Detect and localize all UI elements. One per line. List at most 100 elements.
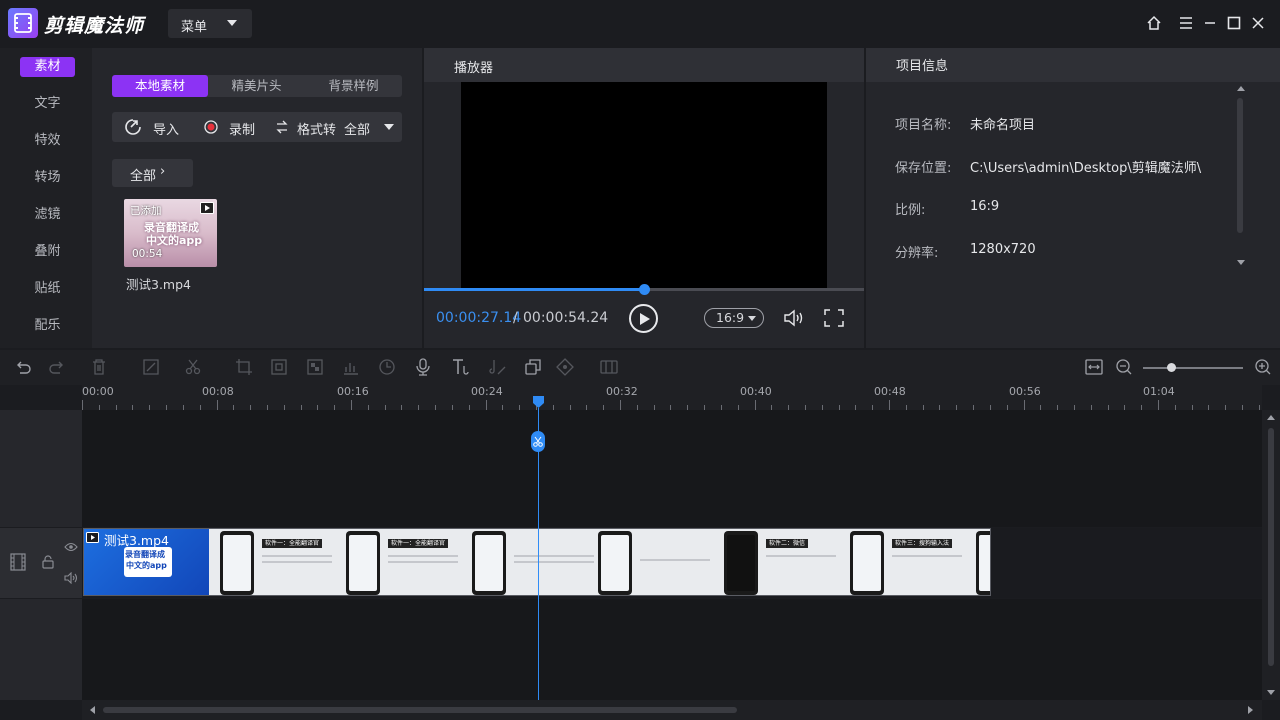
- info-header: 项目信息: [866, 48, 1280, 82]
- mosaic-icon[interactable]: [306, 358, 324, 376]
- media-thumbnail[interactable]: 已添加 录音翻译成 中文的app 00:54: [124, 199, 217, 267]
- hamburger-menu-icon[interactable]: [1177, 14, 1197, 34]
- all-folder-button[interactable]: 全部 ›: [112, 159, 193, 187]
- chevron-right-icon: ›: [160, 164, 166, 179]
- info-scrollbar[interactable]: [1237, 98, 1243, 233]
- speed-clock-icon[interactable]: [378, 358, 396, 376]
- project-info-panel: 项目信息 项目名称: 未命名项目 保存位置: C:\Users\admin\De…: [866, 48, 1280, 348]
- fit-timeline-icon[interactable]: [1085, 358, 1103, 376]
- overlay-track-area[interactable]: [82, 410, 1262, 527]
- frame-tag: 软件二：微信: [766, 539, 809, 548]
- record-button[interactable]: 录制: [196, 112, 258, 142]
- redo-icon[interactable]: [48, 358, 66, 376]
- copy-layers-icon[interactable]: [524, 358, 542, 376]
- frame-thumbnail: [472, 531, 506, 595]
- resize-icon[interactable]: [270, 358, 288, 376]
- thumb-duration: 00:54: [132, 248, 163, 260]
- resolution-value: 1280x720: [970, 242, 1036, 257]
- info-key: 分辨率:: [895, 246, 939, 261]
- tab-local-media[interactable]: 本地素材: [112, 75, 208, 97]
- playhead-handle[interactable]: [531, 431, 545, 452]
- nav-item-filters[interactable]: 滤镜: [20, 205, 75, 225]
- import-icon: [125, 119, 141, 135]
- progress-handle[interactable]: [639, 284, 650, 295]
- export-frame-icon[interactable]: [600, 358, 618, 376]
- frame-thumbnail: [598, 531, 632, 595]
- scroll-up-icon[interactable]: [1237, 86, 1245, 91]
- keyframe-icon[interactable]: [556, 358, 574, 376]
- eye-icon[interactable]: [64, 542, 78, 552]
- minimize-icon[interactable]: [1201, 14, 1221, 34]
- player-header: 播放器: [424, 48, 864, 82]
- zoom-in-icon[interactable]: [1254, 358, 1272, 376]
- audio-edit-icon[interactable]: [489, 358, 507, 376]
- scroll-left-icon[interactable]: [90, 706, 95, 714]
- app-title: 剪辑魔法师: [44, 15, 145, 37]
- import-button[interactable]: 导入: [112, 112, 187, 142]
- aspect-ratio-dropdown[interactable]: 16:9: [704, 308, 764, 328]
- scroll-down-icon[interactable]: [1267, 690, 1275, 695]
- ratio-value: 16:9: [970, 199, 1000, 214]
- zoom-out-icon[interactable]: [1115, 358, 1133, 376]
- current-time: 00:00:27.14: [436, 310, 522, 326]
- filter-value: 全部: [344, 123, 371, 138]
- home-icon[interactable]: [1145, 14, 1165, 34]
- ruler-label: 00:24: [471, 385, 503, 398]
- nav-item-music[interactable]: 配乐: [20, 316, 75, 336]
- playhead-marker[interactable]: [533, 396, 544, 408]
- fullscreen-icon[interactable]: [823, 308, 845, 328]
- media-panel: 本地素材 精美片头 背景样例 导入 录制 格式转 全部 全部 › 已添加 录音翻…: [92, 48, 422, 348]
- caret-down-icon: [384, 124, 394, 130]
- maximize-icon[interactable]: [1225, 14, 1245, 34]
- vertical-scroll-thumb[interactable]: [1268, 428, 1274, 666]
- track-header-empty: [0, 599, 82, 700]
- main-menu-dropdown[interactable]: 菜单: [168, 9, 252, 38]
- video-preview[interactable]: [461, 82, 827, 288]
- tab-backgrounds[interactable]: 背景样例: [305, 75, 402, 97]
- scroll-down-icon[interactable]: [1237, 260, 1245, 265]
- volume-icon[interactable]: [783, 308, 805, 328]
- split-icon[interactable]: [184, 358, 202, 376]
- nav-item-effects[interactable]: 特效: [20, 131, 75, 151]
- nav-item-material[interactable]: 素材: [20, 57, 75, 77]
- zoom-slider-handle[interactable]: [1167, 363, 1176, 372]
- video-type-icon: [200, 202, 214, 214]
- menu-label: 菜单: [181, 20, 208, 35]
- timeline-clip[interactable]: 录音翻译成 中文的app 软件一：全能翻译官 软件一：全能翻译官 软件二：微信 …: [83, 528, 991, 596]
- ruler-label: 00:48: [874, 385, 906, 398]
- text-to-speech-icon[interactable]: [451, 358, 469, 376]
- delete-icon[interactable]: [90, 358, 108, 376]
- lock-icon[interactable]: [42, 555, 54, 569]
- record-icon: [204, 120, 218, 134]
- microphone-icon[interactable]: [414, 358, 432, 376]
- nav-item-transitions[interactable]: 转场: [20, 168, 75, 188]
- format-convert-button[interactable]: 格式转: [270, 112, 340, 142]
- nav-item-overlay[interactable]: 叠附: [20, 242, 75, 262]
- edit-icon[interactable]: [142, 358, 160, 376]
- swap-icon: [276, 120, 288, 134]
- time-separator: /: [513, 310, 518, 326]
- undo-icon[interactable]: [14, 358, 32, 376]
- zoom-slider[interactable]: [1143, 367, 1243, 369]
- nav-item-text[interactable]: 文字: [20, 94, 75, 114]
- scroll-right-icon[interactable]: [1248, 706, 1253, 714]
- play-button[interactable]: [629, 304, 658, 333]
- audio-track-area[interactable]: [82, 599, 1262, 700]
- info-key: 项目名称:: [895, 118, 952, 133]
- track-header-empty: [0, 410, 82, 527]
- nav-item-stickers[interactable]: 贴纸: [20, 279, 75, 299]
- audio-chart-icon[interactable]: [342, 358, 360, 376]
- all-label: 全部: [130, 169, 157, 184]
- player-title: 播放器: [454, 61, 494, 76]
- horizontal-scroll-thumb[interactable]: [103, 707, 737, 713]
- ruler-label: 00:32: [606, 385, 638, 398]
- crop-icon[interactable]: [235, 358, 253, 376]
- frame-tag: 软件三：搜狗输入法: [892, 539, 953, 548]
- close-icon[interactable]: [1249, 14, 1269, 34]
- track-volume-icon[interactable]: [64, 572, 78, 584]
- info-key: 比例:: [895, 203, 926, 218]
- scroll-up-icon[interactable]: [1267, 415, 1275, 420]
- clip-name: 测试3.mp4: [104, 533, 169, 548]
- tab-intros[interactable]: 精美片头: [208, 75, 305, 97]
- media-filter-dropdown[interactable]: 全部: [340, 112, 402, 142]
